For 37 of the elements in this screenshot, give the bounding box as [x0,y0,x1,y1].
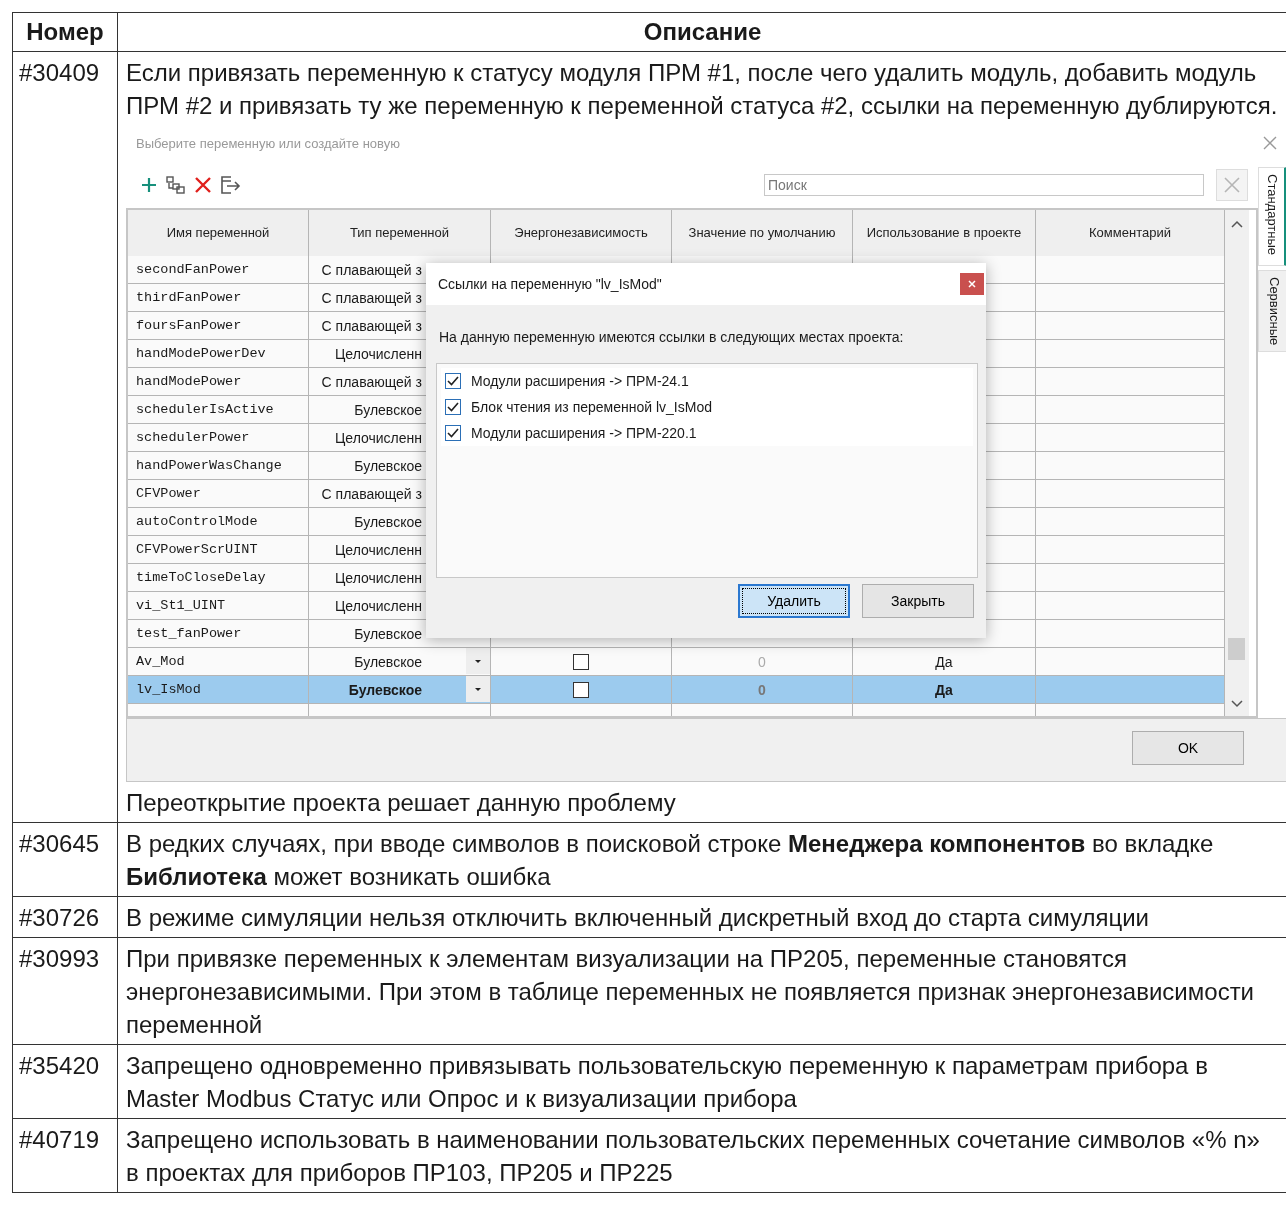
table-cell: #35420 [19,1052,100,1079]
paragraph: В редких случаях, при вводе символов в поисковой строке Менеджера компонентов во вкладке Библиотека может возникать ошибка [126,829,1215,892]
table-cell: #30726 [19,904,100,931]
table-cell: С плавающей з [321,373,422,390]
table-cell: С плавающей з [321,261,422,278]
table-cell: Булевское [354,457,422,474]
table-cell: С плавающей з [321,485,422,502]
table-cell: С плавающей з [321,289,422,306]
table-cell: Да [935,653,953,670]
table-cell: С плавающей з [321,317,422,334]
table-cell: Целочисленн [335,541,422,558]
paragraph: Если привязать переменную к статусу модуля ПРМ #1, после чего удалить модуль, добавить модуль ПРМ #2 и привязать ту же переменную к переменной статуса #2, ссылки на переменную дублируются. [126,58,1279,121]
table-cell: Булевское [354,401,422,418]
table-cell: Да [935,681,953,698]
table-cell: Целочисленн [335,345,422,362]
table-cell: 0 [758,681,766,698]
table-cell: Булевское [354,625,422,642]
table-cell: #40719 [19,1126,100,1153]
table-cell: Булевское [354,513,422,530]
paragraph: Переоткрытие проекта решает данную проблему [126,788,677,818]
table-cell: Целочисленн [335,429,422,446]
table-cell: #30409 [19,59,100,86]
dialog-title: Ссылки на переменную "lv_IsMod" [438,276,662,292]
paragraph: Запрещено использовать в наименовании пользовательских переменных сочетание символов «% n» в проектах для приборов ПР103, ПР205 и ПР225 [126,1125,1261,1188]
table-cell: Целочисленн [335,597,422,614]
column-header: Описание [117,12,1286,52]
paragraph: При привязке переменных к элементам визуализации на ПР205, переменные становятся энергонезависимыми. При этом в таблице переменных не появляется признак энергонезависимости переменной [126,944,1256,1040]
table-cell: Булевское [354,653,422,670]
window-title: Выберите переменную или создайте новую [136,135,400,151]
table-cell: #30993 [19,945,100,972]
table-cell: Целочисленн [335,569,422,586]
paragraph: Запрещено одновременно привязывать пользовательскую переменную к параметрам прибора в Master Modbus Статус или Опрос и к визуализации прибора [126,1051,1209,1114]
column-header: Номер [12,12,118,52]
paragraph: В режиме симуляции нельзя отключить включенный дискретный вход до старта симуляции [126,903,1150,933]
table-cell: 0 [758,653,766,670]
table-cell: Булевское [348,681,422,698]
table-cell: #30645 [19,830,100,857]
